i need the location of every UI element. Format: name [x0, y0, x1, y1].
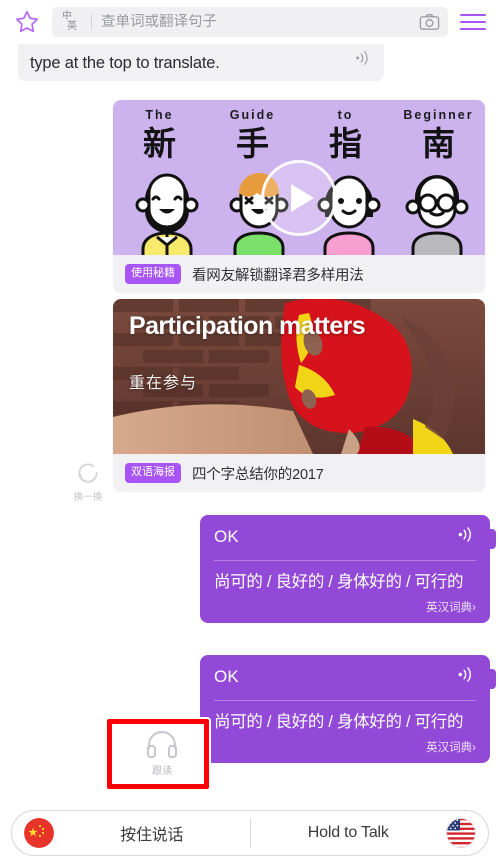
bubble-1-dictionary-label: 英汉词典 [426, 602, 473, 614]
card-video-footer: 使用秘籍 看网友解锁翻译君多样用法 [113, 255, 485, 293]
app-header: 中 英 [0, 0, 500, 44]
headline-cn-2: 指 [329, 125, 362, 162]
hamburger-menu-icon [460, 14, 486, 16]
headline-en-2: to [337, 108, 354, 122]
usa-flag-icon [446, 818, 476, 848]
system-message-bubble[interactable]: type at the top to translate. [18, 44, 384, 81]
poster-title: Participation matters [129, 312, 366, 340]
headline-en-3: Beginner [403, 108, 474, 122]
star-outline-icon [15, 10, 39, 33]
card-poster[interactable]: Participation matters 重在参与 双语海报 四个字总结你的2… [113, 299, 485, 492]
language-direction-toggle[interactable]: 中 英 [62, 12, 86, 32]
bubble-1-header: OK [214, 526, 476, 548]
refresh-cards-button[interactable]: 换一换 [68, 460, 108, 503]
talk-button-english[interactable]: Hold to Talk [251, 811, 489, 855]
follow-read-popup[interactable]: 跟读 [113, 717, 211, 789]
speaker-icon[interactable] [354, 50, 372, 71]
headline-en-1: Guide [229, 108, 276, 122]
bubble-1-dictionary-link[interactable]: 英汉词典› [214, 593, 476, 615]
follow-read-label: 跟读 [152, 766, 172, 777]
bottom-bar: 按住说话 Hold to Talk [0, 804, 500, 862]
bubble-1-speaker-icon[interactable] [456, 526, 476, 548]
card-video-badge: 使用秘籍 [125, 264, 181, 284]
bubble-2-source-text: OK [214, 667, 239, 686]
camera-icon [419, 13, 439, 30]
favorites-star-button[interactable] [10, 5, 44, 39]
card-poster-badge: 双语海报 [125, 463, 181, 483]
lang-to-label: 英 [67, 21, 77, 32]
bubble-1-source-text: OK [214, 527, 239, 546]
play-icon [291, 184, 314, 212]
bubble-2-dictionary-link[interactable]: 英汉词典› [214, 733, 476, 755]
app-root: 中 英 type at the top to translate. [0, 0, 500, 862]
play-button[interactable] [261, 160, 337, 236]
card-video[interactable]: The Guide to Beginner 新 手 指 南 使用秘籍 看网友解锁… [113, 100, 485, 293]
headphones-icon [147, 731, 177, 758]
card-video-headline-en: The Guide to Beginner [113, 108, 485, 122]
search-input[interactable] [101, 14, 416, 30]
talk-button-chinese[interactable]: 按住说话 [12, 811, 250, 855]
message-bubble-2[interactable]: OK 尚可的 / 良好的 / 身体好的 / 可行的 英汉词典› [200, 655, 496, 763]
card-poster-inner: Participation matters 重在参与 双语海报 四个字总结你的2… [113, 299, 485, 492]
card-video-inner: The Guide to Beginner 新 手 指 南 使用秘籍 看网友解锁… [113, 100, 485, 293]
headline-cn-1: 手 [236, 125, 269, 162]
card-video-headline-cn: 新 手 指 南 [113, 124, 485, 164]
hamburger-menu-icon-bar2 [460, 21, 486, 23]
card-video-caption: 看网友解锁翻译君多样用法 [192, 267, 364, 284]
talk-chinese-label: 按住说话 [120, 827, 184, 844]
search-divider [91, 14, 92, 30]
card-poster-media[interactable]: Participation matters 重在参与 [113, 299, 485, 454]
bubble-1-translation: 尚可的 / 良好的 / 身体好的 / 可行的 [214, 573, 464, 591]
refresh-label: 换一换 [73, 492, 103, 503]
card-poster-caption: 四个字总结你的2017 [192, 466, 324, 483]
refresh-circle-icon [78, 463, 98, 483]
bubble-2-speaker-icon[interactable] [456, 666, 476, 688]
poster-subtitle: 重在参与 [129, 375, 198, 392]
china-flag-icon [24, 818, 54, 848]
card-video-media[interactable]: The Guide to Beginner 新 手 指 南 [113, 100, 485, 255]
menu-button[interactable] [456, 5, 490, 39]
bubble-2-dictionary-label: 英汉词典 [426, 742, 473, 754]
headline-cn-3: 南 [422, 125, 455, 162]
headline-en-0: The [145, 108, 174, 122]
push-to-talk-bar: 按住说话 Hold to Talk [11, 810, 489, 856]
camera-ocr-button[interactable] [416, 9, 442, 35]
bubble-tail [484, 529, 496, 549]
talk-english-label: Hold to Talk [307, 824, 389, 841]
message-bubble-1[interactable]: OK 尚可的 / 良好的 / 身体好的 / 可行的 英汉词典› [200, 515, 496, 623]
headline-cn-0: 新 [143, 125, 176, 162]
chat-feed[interactable]: type at the top to translate. The Guide … [0, 44, 500, 804]
hamburger-menu-icon-bar3 [460, 28, 486, 30]
bubble-2-translation: 尚可的 / 良好的 / 身体好的 / 可行的 [214, 713, 464, 731]
chevron-right-icon: › [472, 602, 476, 614]
chevron-right-icon-2: › [472, 742, 476, 754]
bubble-tail-2 [484, 669, 496, 689]
search-bar[interactable]: 中 英 [52, 7, 448, 37]
bubble-2-header: OK [214, 666, 476, 688]
system-message-text: type at the top to translate. [30, 54, 220, 72]
card-poster-footer: 双语海报 四个字总结你的2017 [113, 454, 485, 492]
